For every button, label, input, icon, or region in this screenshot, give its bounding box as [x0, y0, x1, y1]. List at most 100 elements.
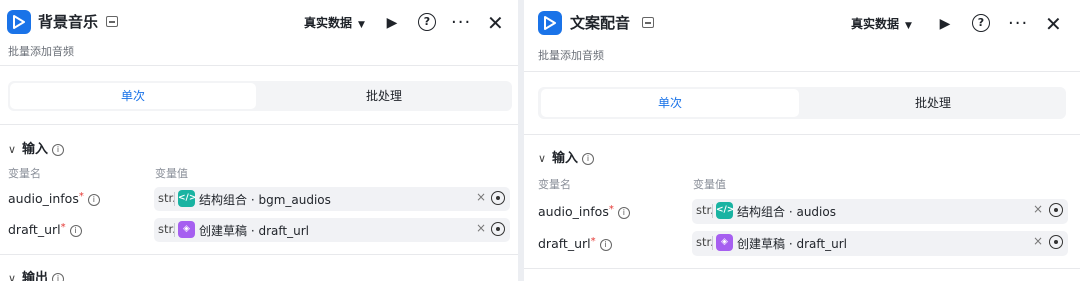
divider: [712, 236, 713, 250]
column-header-name: 变量名: [8, 167, 41, 180]
var-name-label: audio_infos: [8, 191, 79, 206]
mode-tabs: 单次 批处理: [8, 81, 512, 111]
tab-single[interactable]: 单次: [541, 89, 799, 117]
var-name-label: draft_url: [8, 222, 61, 237]
column-header-value: 变量值: [155, 167, 188, 180]
panel-header: 文案配音 批量添加音频 真实数据 ▼ ▶ ? ··· ✕: [524, 0, 1080, 72]
var-value-field[interactable]: str. </> 结构组合 · audios ×: [692, 199, 1068, 224]
target-icon[interactable]: [491, 191, 505, 205]
reference-value: 创建草稿 · draft_url: [199, 224, 309, 238]
tab-batch[interactable]: 批处理: [804, 89, 1062, 117]
var-name-draft-url: draft_url* i: [538, 236, 612, 251]
tab-single[interactable]: 单次: [10, 83, 256, 109]
source-node-name: 结构组合: [737, 205, 786, 219]
input-section-header[interactable]: ∨ 输入 i: [538, 147, 595, 166]
required-mark: *: [590, 236, 596, 247]
clear-icon[interactable]: ×: [1033, 234, 1043, 248]
target-icon[interactable]: [1049, 203, 1063, 217]
section-divider: [0, 254, 518, 255]
var-value-field[interactable]: str. ◈ 创建草稿 · draft_url ×: [154, 218, 510, 242]
target-icon[interactable]: [1049, 235, 1063, 249]
divider: [712, 204, 713, 218]
output-section-label: 输出: [22, 271, 49, 281]
var-name-label: audio_infos: [538, 204, 609, 219]
app-logo-icon: [7, 10, 31, 34]
source-field-name: audios: [796, 205, 836, 219]
source-node-name: 创建草稿: [737, 237, 786, 251]
output-section-header[interactable]: ∨ 输出 i: [8, 267, 65, 281]
var-name-audio-infos: audio_infos* i: [538, 204, 630, 219]
run-icon[interactable]: ▶: [384, 12, 400, 34]
caret-down-icon: ▼: [905, 21, 912, 31]
divider: [174, 223, 175, 237]
app-logo-icon: [538, 11, 562, 35]
info-icon[interactable]: i: [52, 144, 65, 156]
close-icon[interactable]: ✕: [1045, 13, 1062, 35]
clear-icon[interactable]: ×: [476, 190, 486, 204]
save-icon[interactable]: [106, 16, 118, 27]
code-icon: </>: [716, 202, 734, 219]
input-section-label: 输入: [552, 151, 579, 166]
tab-batch[interactable]: 批处理: [260, 83, 508, 109]
node-panel-background-music: 背景音乐 批量添加音频 真实数据 ▼ ▶ ? ··· ✕ 单次 批处理 ∨ 输入 i …: [0, 0, 518, 281]
help-icon[interactable]: ?: [418, 13, 436, 31]
data-mode-dropdown[interactable]: 真实数据 ▼: [851, 13, 912, 35]
caret-down-icon: ▼: [358, 20, 365, 30]
data-mode-dropdown[interactable]: 真实数据 ▼: [304, 12, 365, 34]
panel-header: 背景音乐 批量添加音频 真实数据 ▼ ▶ ? ··· ✕: [0, 0, 518, 66]
info-icon[interactable]: i: [582, 153, 595, 165]
var-value-field[interactable]: str. ◈ 创建草稿 · draft_url ×: [692, 231, 1068, 256]
source-node-name: 创建草稿: [199, 224, 248, 238]
input-section-header[interactable]: ∨ 输入 i: [8, 138, 65, 157]
info-icon[interactable]: i: [69, 225, 82, 237]
panel-subtitle: 批量添加音频: [538, 49, 604, 62]
info-icon[interactable]: i: [87, 194, 100, 206]
save-icon[interactable]: [642, 17, 654, 28]
input-section-label: 输入: [22, 142, 49, 157]
reference-value: 创建草稿 · draft_url: [737, 237, 847, 251]
required-mark: *: [60, 222, 66, 233]
column-header-value: 变量值: [693, 178, 726, 191]
close-icon[interactable]: ✕: [487, 12, 504, 34]
source-field-name: draft_url: [796, 237, 847, 251]
panel-title[interactable]: 背景音乐: [38, 9, 98, 35]
divider: [174, 192, 175, 206]
tabs-row: 单次 批处理: [0, 67, 518, 125]
section-divider: [524, 268, 1080, 269]
required-mark: *: [608, 204, 614, 215]
help-icon[interactable]: ?: [972, 14, 990, 32]
info-icon[interactable]: i: [52, 273, 65, 281]
cube-icon: ◈: [716, 234, 733, 251]
source-node-name: 结构组合: [199, 193, 248, 207]
reference-value: 结构组合 · audios: [737, 205, 836, 219]
clear-icon[interactable]: ×: [1033, 202, 1043, 216]
var-name-draft-url: draft_url* i: [8, 222, 82, 237]
code-icon: </>: [178, 190, 196, 207]
data-mode-label: 真实数据: [851, 17, 900, 31]
more-icon[interactable]: ···: [1008, 15, 1028, 37]
chevron-down-icon: ∨: [8, 272, 17, 281]
panel-subtitle: 批量添加音频: [8, 45, 74, 58]
column-header-name: 变量名: [538, 178, 571, 191]
source-field-name: draft_url: [258, 224, 309, 238]
more-icon[interactable]: ···: [451, 14, 471, 36]
var-name-label: draft_url: [538, 236, 591, 251]
tabs-row: 单次 批处理: [524, 73, 1080, 135]
info-icon[interactable]: i: [599, 239, 612, 251]
cube-icon: ◈: [178, 221, 195, 238]
chevron-down-icon: ∨: [538, 152, 547, 165]
chevron-down-icon: ∨: [8, 143, 17, 156]
info-icon[interactable]: i: [617, 207, 630, 219]
target-icon[interactable]: [491, 222, 505, 236]
data-mode-label: 真实数据: [304, 16, 353, 30]
required-mark: *: [78, 191, 84, 202]
reference-value: 结构组合 · bgm_audios: [199, 193, 331, 207]
clear-icon[interactable]: ×: [476, 221, 486, 235]
source-field-name: bgm_audios: [258, 193, 331, 207]
var-value-field[interactable]: str. </> 结构组合 · bgm_audios ×: [154, 187, 510, 211]
mode-tabs: 单次 批处理: [538, 87, 1066, 119]
var-name-audio-infos: audio_infos* i: [8, 191, 100, 206]
node-panel-voiceover: 文案配音 批量添加音频 真实数据 ▼ ▶ ? ··· ✕ 单次 批处理 ∨ 输入 i …: [524, 0, 1080, 281]
panel-title[interactable]: 文案配音: [570, 10, 630, 36]
run-icon[interactable]: ▶: [937, 13, 953, 35]
